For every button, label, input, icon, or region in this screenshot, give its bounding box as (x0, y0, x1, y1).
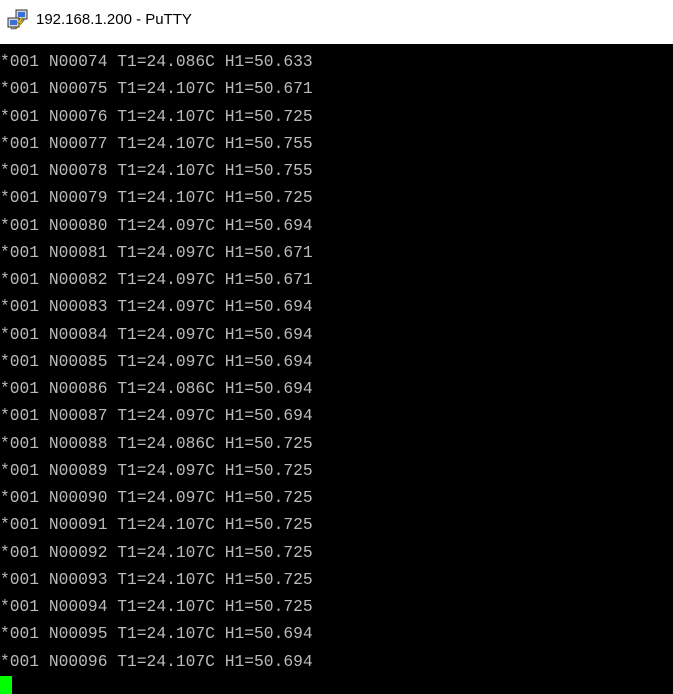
putty-window: 192.168.1.200 - PuTTY *001 N00074 T1=24.… (0, 0, 673, 694)
terminal-area[interactable]: *001 N00074 T1=24.086C H1=50.633 *001 N00… (0, 44, 673, 694)
terminal-line: *001 N00094 T1=24.107C H1=50.725 (0, 597, 313, 616)
terminal-line: *001 N00091 T1=24.107C H1=50.725 (0, 515, 313, 535)
terminal-line: *001 N00081 T1=24.097C H1=50.671 (0, 242, 313, 262)
window-title: 192.168.1.200 - PuTTY (36, 11, 192, 28)
terminal-line: *001 N00074 T1=24.086C H1=50.633 (0, 52, 313, 71)
terminal-line: *001 N00089 T1=24.097C H1=50.725 (0, 460, 313, 480)
terminal-line: *001 N00078 T1=24.107C H1=50.755 (0, 161, 313, 180)
terminal-line: *001 N00080 T1=24.097C H1=50.694 (0, 215, 313, 235)
terminal-line: *001 N00075 T1=24.107C H1=50.671 (0, 79, 313, 99)
terminal-line: *001 N00076 T1=24.107C H1=50.725 (0, 106, 313, 126)
terminal-line: *001 N00093 T1=24.107C H1=50.725 (0, 569, 313, 589)
terminal-line: *001 N00085 T1=24.097C H1=50.694 (0, 351, 313, 371)
terminal-line: *001 N00090 T1=24.097C H1=50.725 (0, 488, 313, 507)
terminal-line: *001 N00086 T1=24.086C H1=50.694 (0, 379, 313, 398)
terminal-line: *001 N00083 T1=24.097C H1=50.694 (0, 297, 313, 317)
putty-icon[interactable] (7, 9, 29, 31)
terminal-line: *001 N00087 T1=24.097C H1=50.694 (0, 406, 313, 426)
terminal-line: *001 N00096 T1=24.107C H1=50.694 (0, 651, 313, 671)
terminal-line: *001 N00088 T1=24.086C H1=50.725 (0, 433, 313, 453)
terminal-output: *001 N00074 T1=24.086C H1=50.633 *001 N00… (0, 48, 313, 675)
terminal-line: *001 N00084 T1=24.097C H1=50.694 (0, 324, 313, 344)
terminal-line: *001 N00079 T1=24.107C H1=50.725 (0, 188, 313, 208)
terminal-line: *001 N00092 T1=24.107C H1=50.725 (0, 542, 313, 562)
terminal-line: *001 N00095 T1=24.107C H1=50.694 (0, 624, 313, 644)
terminal-cursor (0, 676, 12, 694)
terminal-line: *001 N00077 T1=24.107C H1=50.755 (0, 133, 313, 153)
title-bar[interactable]: 192.168.1.200 - PuTTY (0, 0, 673, 44)
terminal-line: *001 N00082 T1=24.097C H1=50.671 (0, 270, 313, 289)
